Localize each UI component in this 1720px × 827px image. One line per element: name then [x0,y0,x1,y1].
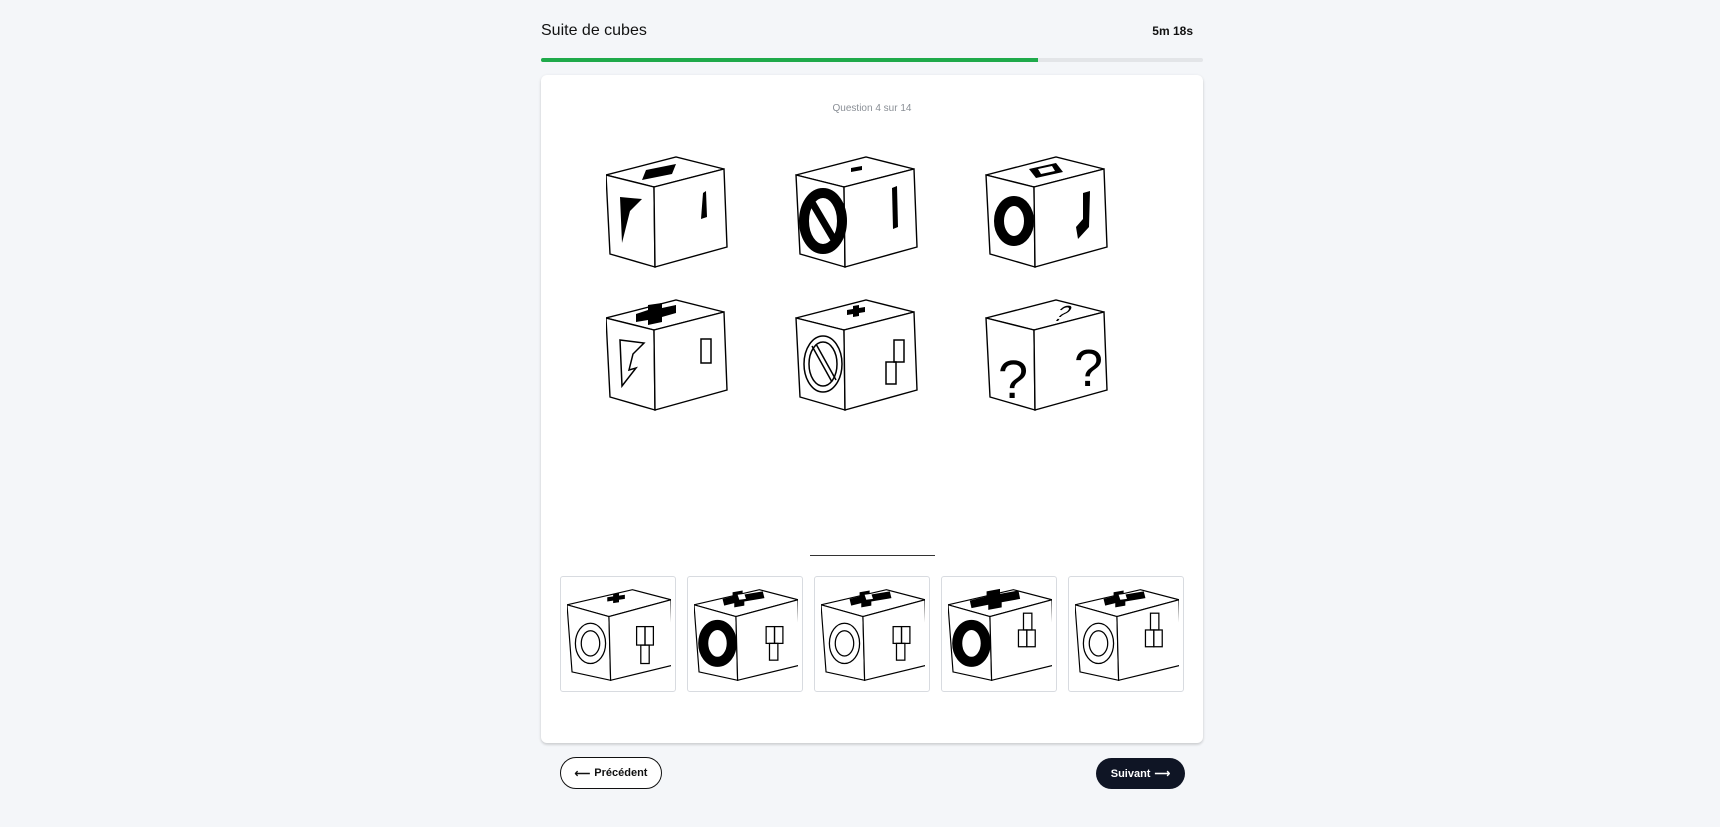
question-counter: Question 4 sur 14 [832,103,912,114]
answer-divider [810,555,935,556]
cube-option-2-icon [694,589,798,681]
answer-option-b[interactable] [687,576,803,692]
timer: 5m 18s [1152,24,1193,38]
question-card: Question 4 sur 14 ? ? ? [541,75,1203,743]
cube-4-icon [606,299,728,411]
cube-3-icon [985,156,1108,268]
answer-options [560,576,1186,693]
cube-5-icon [795,299,918,411]
next-button[interactable]: Suivant ⟶ [1096,758,1185,789]
question-cube-icon: ? ? ? [985,299,1108,411]
arrow-right-icon: ⟶ [1154,768,1171,780]
header: Suite de cubes 5m 18s [541,22,1203,44]
cube-option-5-icon [1075,589,1179,681]
previous-button[interactable]: ⟵ Précédent [560,757,662,789]
svg-text:?: ? [998,350,1028,410]
svg-text:?: ? [1074,340,1103,398]
cube-option-1-icon [567,589,671,681]
progress-bar [541,58,1203,62]
cube-option-4-icon [948,588,1052,681]
arrow-left-icon: ⟵ [574,767,591,780]
cube-option-3-icon [821,589,925,681]
answer-option-c[interactable] [814,576,930,692]
answer-option-d[interactable] [941,576,1057,692]
page-title: Suite de cubes [541,22,647,39]
cube-2-icon [795,156,918,268]
next-button-label: Suivant [1110,767,1151,780]
progress-fill [541,58,1038,62]
puzzle-sequence: ? ? ? [606,156,1108,411]
cube-1-icon [606,156,728,268]
answer-option-a[interactable] [560,576,676,692]
answer-option-e[interactable] [1068,576,1184,692]
previous-button-label: Précédent [594,767,648,779]
